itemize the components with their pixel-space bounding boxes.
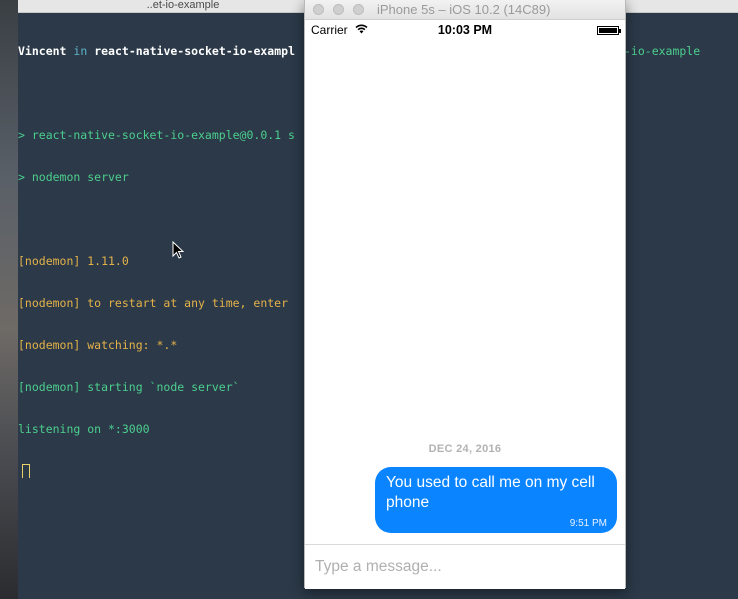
message-input[interactable]: [313, 553, 617, 581]
simulator-title: iPhone 5s – iOS 10.2 (14C89): [377, 2, 551, 17]
ios-simulator-window[interactable]: iPhone 5s – iOS 10.2 (14C89) Carrier 10:…: [304, 0, 626, 589]
simulator-titlebar[interactable]: iPhone 5s – iOS 10.2 (14C89): [305, 0, 625, 20]
prompt-in: in: [73, 44, 88, 58]
prompt-user: Vincent: [18, 44, 67, 58]
terminal-cursor: [22, 464, 30, 478]
mouse-pointer-icon: [172, 241, 185, 259]
minimize-button[interactable]: [333, 4, 344, 15]
terminal-line-overflow: -io-example: [624, 44, 701, 58]
desktop-wallpaper: [0, 0, 18, 599]
status-time: 10:03 PM: [437, 23, 493, 37]
status-bar: Carrier 10:03 PM: [305, 20, 625, 40]
terminal-title: ..et-io-example: [146, 0, 220, 11]
zoom-button[interactable]: [353, 4, 364, 15]
close-button[interactable]: [313, 4, 324, 15]
composer-bar: [305, 544, 625, 589]
prompt-dir: react-native-socket-io-exampl: [94, 44, 295, 58]
message-time: 9:51 PM: [569, 518, 607, 529]
message-text: You used to call me on my cell phone: [386, 474, 595, 511]
battery-icon: [597, 26, 621, 35]
chat-date-header: DEC 24, 2016: [428, 443, 502, 455]
message-bubble[interactable]: You used to call me on my cell phone 9:5…: [375, 467, 617, 533]
